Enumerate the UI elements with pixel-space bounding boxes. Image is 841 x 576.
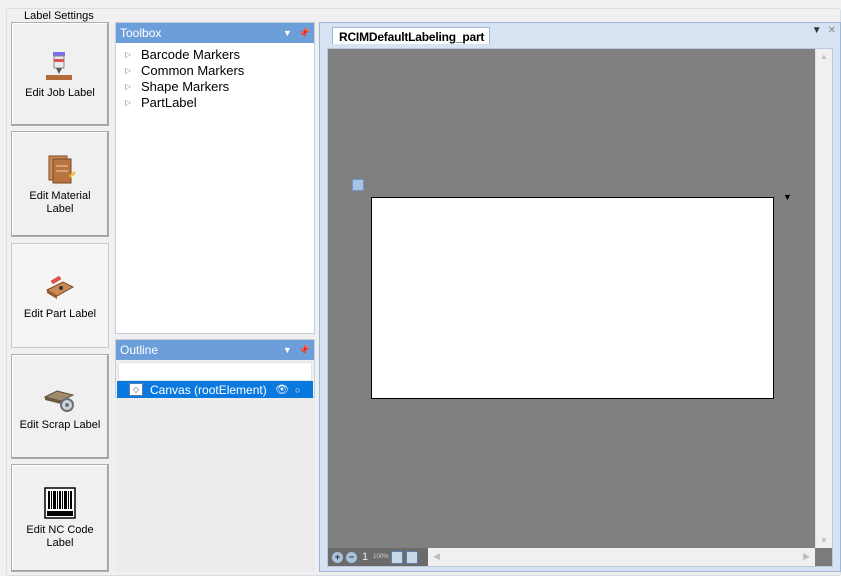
- material-stack-icon: [48, 155, 76, 184]
- canvas-menu-icon[interactable]: ▼: [783, 192, 792, 202]
- edit-nc-code-label-button[interactable]: Edit NC Code Label: [11, 464, 109, 572]
- scroll-left-icon[interactable]: ◀: [433, 551, 440, 562]
- barcode-icon: [44, 487, 76, 519]
- dropdown-icon[interactable]: ▼: [283, 28, 292, 38]
- tree-item-label: Shape Markers: [141, 78, 230, 94]
- marker-pen-icon: [46, 51, 72, 80]
- outline-empty-area: [115, 398, 315, 572]
- document-tab[interactable]: RCIMDefaultLabeling_part: [332, 27, 491, 44]
- element-icon: ◇: [129, 383, 143, 396]
- scroll-down-icon[interactable]: ▼: [820, 536, 828, 545]
- scroll-up-icon[interactable]: ▲: [820, 52, 828, 61]
- zoom-bar: + − 1 100%: [328, 548, 428, 566]
- tree-item-label: PartLabel: [141, 94, 197, 110]
- group-title: Label Settings: [21, 10, 97, 22]
- tree-item-common-markers[interactable]: ▷ Common Markers: [116, 62, 314, 78]
- outline-header: Outline ▼ 📌: [116, 340, 314, 360]
- scrap-gear-icon: [43, 390, 75, 412]
- zoom-in-icon[interactable]: +: [332, 551, 343, 563]
- snap-toggle-icon[interactable]: [406, 550, 419, 564]
- tree-item-label: Barcode Markers: [141, 46, 240, 62]
- outline-row-label: Canvas (rootElement): [150, 382, 267, 397]
- expand-arrow-icon[interactable]: ▷: [125, 66, 135, 75]
- toolbox-panel: Toolbox ▼ 📌 ▷ Barcode Markers ▷ Common M…: [115, 22, 315, 334]
- document-pane: RCIMDefaultLabeling_part ▼ ✕ ▼ ▲ ▼ + − 1…: [319, 22, 841, 572]
- scroll-corner: [815, 548, 832, 566]
- pin-icon[interactable]: 📌: [299, 345, 310, 356]
- toolbox-header: Toolbox ▼ 📌: [116, 23, 314, 43]
- toolbox-tree: ▷ Barcode Markers ▷ Common Markers ▷ Sha…: [116, 43, 314, 110]
- zoom-out-icon[interactable]: −: [346, 551, 357, 563]
- eye-icon[interactable]: 👁: [275, 383, 295, 396]
- edit-part-label-text: Edit Part Label: [23, 308, 97, 320]
- move-handle-icon[interactable]: [352, 179, 364, 191]
- expand-arrow-icon[interactable]: ▷: [125, 98, 135, 107]
- scroll-right-icon[interactable]: ▶: [803, 551, 810, 562]
- part-label-icon: [45, 275, 75, 299]
- tree-item-label: Common Markers: [141, 62, 245, 78]
- edit-scrap-label-text: Edit Scrap Label: [19, 419, 101, 431]
- edit-scrap-label-button[interactable]: Edit Scrap Label: [11, 354, 109, 459]
- horizontal-scrollbar[interactable]: ◀ ▶: [428, 548, 815, 566]
- outline-row-canvas[interactable]: ◇ Canvas (rootElement) 👁 ○: [117, 381, 313, 398]
- outline-title: Outline: [120, 343, 159, 357]
- dropdown-icon[interactable]: ▼: [283, 345, 292, 355]
- expand-arrow-icon[interactable]: ▷: [125, 82, 135, 91]
- tree-item-shape-markers[interactable]: ▷ Shape Markers: [116, 78, 314, 94]
- expand-arrow-icon[interactable]: ▷: [125, 50, 135, 59]
- tree-item-partlabel[interactable]: ▷ PartLabel: [116, 94, 314, 110]
- outline-filter-row[interactable]: [118, 362, 312, 381]
- vertical-scrollbar[interactable]: ▲ ▼: [815, 49, 832, 548]
- tree-item-barcode-markers[interactable]: ▷ Barcode Markers: [116, 46, 314, 62]
- edit-job-label-text: Edit Job Label: [25, 86, 95, 99]
- outline-panel: Outline ▼ 📌 ◇ Canvas (rootElement) 👁 ○: [115, 339, 315, 398]
- edit-material-label-text: Edit Material Label: [29, 190, 91, 215]
- document-tab-label: RCIMDefaultLabeling_part: [339, 30, 485, 44]
- zoom-value: 1: [362, 551, 369, 563]
- grid-toggle-icon[interactable]: [391, 550, 404, 564]
- edit-job-label-button[interactable]: Edit Job Label: [11, 22, 109, 126]
- lock-circle-icon[interactable]: ○: [295, 385, 313, 395]
- toolbox-title: Toolbox: [120, 26, 162, 40]
- design-canvas-area[interactable]: ▼ ▲ ▼ + − 1 100% ◀ ▶: [327, 48, 833, 567]
- document-tools: ▼ ✕: [812, 25, 836, 36]
- close-icon[interactable]: ✕: [828, 25, 836, 36]
- edit-part-label-button[interactable]: Edit Part Label: [11, 243, 109, 348]
- edit-nc-code-label-text: Edit NC Code Label: [26, 524, 94, 549]
- zoom-percent[interactable]: 100%: [373, 554, 388, 560]
- label-canvas[interactable]: [371, 197, 774, 399]
- pin-icon[interactable]: 📌: [299, 28, 310, 39]
- tab-dropdown-icon[interactable]: ▼: [812, 25, 822, 36]
- edit-material-label-button[interactable]: Edit Material Label: [11, 131, 109, 237]
